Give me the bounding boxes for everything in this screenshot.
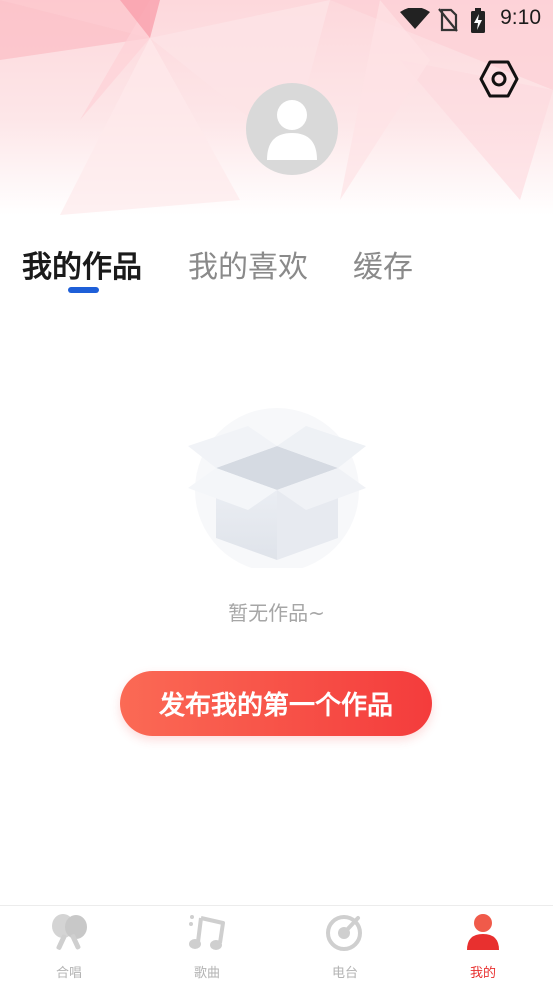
empty-state-message: 暂无作品~ (228, 601, 325, 625)
nav-label-radio: 电台 (331, 966, 358, 981)
nav-label-songs: 歌曲 (193, 966, 220, 981)
publish-first-work-button[interactable]: 发布我的第一个作品 (120, 671, 432, 736)
tab-my-works[interactable]: 我的作品 (22, 242, 142, 286)
user-icon (467, 914, 499, 950)
settings-button[interactable] (478, 58, 520, 100)
nav-item-radio[interactable]: 电台 (276, 906, 414, 984)
active-tab-indicator (68, 287, 99, 293)
tab-cache[interactable]: 缓存 (353, 242, 413, 286)
nav-item-me[interactable]: 我的 (414, 906, 552, 984)
bottom-navigation: 合唱 歌曲 电台 我的 (0, 905, 553, 984)
nav-item-chorus[interactable]: 合唱 (0, 906, 138, 984)
music-note-icon (189, 915, 225, 950)
settings-hexagon-icon (479, 60, 519, 98)
no-sim-icon (438, 8, 458, 36)
nav-item-songs[interactable]: 歌曲 (138, 906, 276, 984)
radio-disc-icon (326, 915, 362, 951)
nav-label-chorus: 合唱 (55, 966, 82, 981)
avatar[interactable] (246, 83, 338, 175)
profile-tabs: 我的作品 我的喜欢 缓存 (0, 232, 553, 302)
battery-charging-icon (470, 8, 486, 37)
nav-label-me: 我的 (469, 966, 496, 981)
status-time: 9:10 (500, 6, 541, 29)
empty-box-icon (186, 408, 368, 572)
chorus-icon (52, 914, 87, 950)
tab-my-likes[interactable]: 我的喜欢 (188, 242, 308, 286)
wifi-icon (400, 7, 430, 34)
status-bar: 9:10 (0, 0, 553, 38)
default-user-avatar-icon (267, 100, 317, 160)
